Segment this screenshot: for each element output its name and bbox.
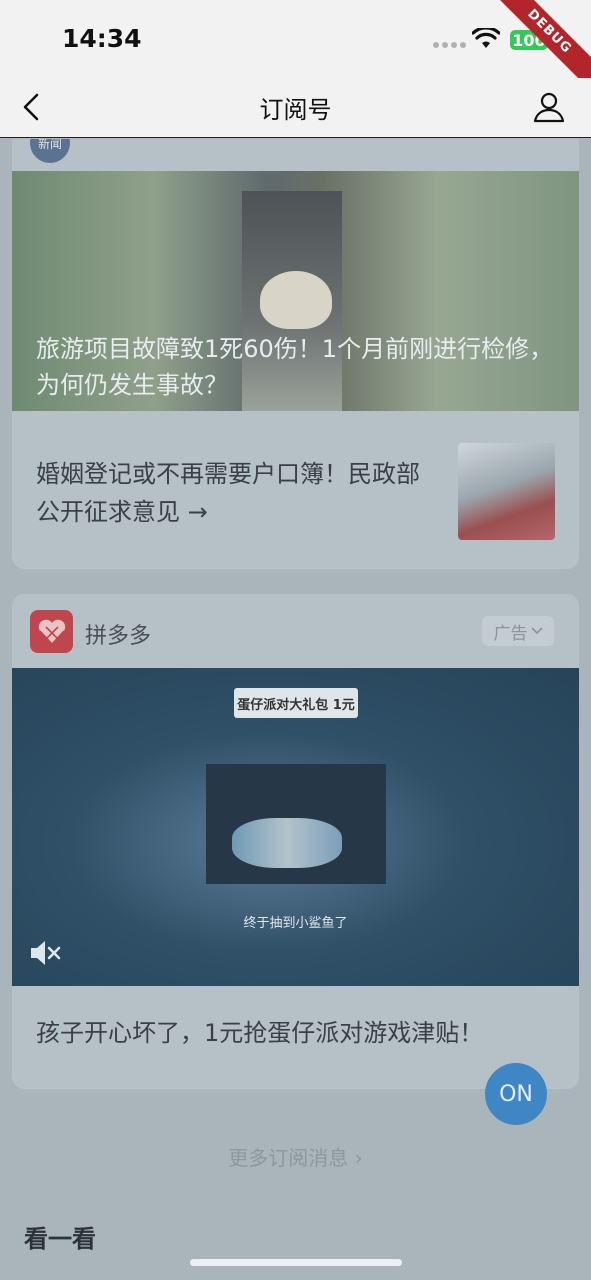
video-banner: 蛋仔派对大礼包 1元 [234,688,358,718]
feed[interactable]: 新闻 旅游项目故障致1死60伤！1个月前刚进行检修，为何仍发生事故？ 婚姻登记或… [0,139,591,1280]
ad-video[interactable]: 蛋仔派对大礼包 1元 终于抽到小鲨鱼了 [12,668,579,986]
hero-title[interactable]: 旅游项目故障致1死60伤！1个月前刚进行检修，为何仍发生事故？ [36,331,566,403]
advertiser-name: 拼多多 [85,624,152,649]
hero-image-person [260,271,332,329]
source-avatar: 新闻 [30,139,70,163]
page-title: 订阅号 [259,96,332,124]
heart-logo-icon [38,619,65,645]
news-item-title[interactable]: 婚姻登记或不再需要户口簿！民政部公开征求意见 → [36,455,436,531]
section-title: 看一看 [24,1225,96,1253]
ad-label-dropdown[interactable]: 广告 [482,616,554,646]
status-bar: 14:34 100 DEBUG [0,0,591,98]
chevron-down-icon [530,627,543,635]
mute-icon[interactable] [28,936,62,970]
ad-description[interactable]: 孩子开心坏了，1元抢蛋仔派对游戏津贴！ [36,1016,556,1050]
video-creature [232,818,342,868]
ad-header: 拼多多 广告 [12,594,579,668]
wifi-icon [472,28,500,48]
ad-label: 广告 [493,623,528,644]
pinduoduo-logo [30,610,73,653]
ad-card[interactable]: 拼多多 广告 蛋仔派对大礼包 1元 终于抽到小鲨鱼了 孩子开心坏了，1元抢蛋仔派… [12,594,579,1089]
nav-bar: 订阅号 [0,78,591,138]
video-caption: 终于抽到小鲨鱼了 [243,916,348,931]
news-card-header: 新闻 [12,139,579,171]
news-item-thumbnail[interactable] [458,443,555,540]
more-subscriptions-link[interactable]: 更多订阅消息 › [0,1142,591,1171]
signal-icon [433,42,466,48]
home-indicator [190,1259,402,1266]
user-icon[interactable] [532,90,566,124]
news-card[interactable]: 新闻 旅游项目故障致1死60伤！1个月前刚进行检修，为何仍发生事故？ 婚姻登记或… [12,139,579,569]
status-time: 14:34 [62,24,142,53]
on-button[interactable]: ON [485,1063,547,1125]
